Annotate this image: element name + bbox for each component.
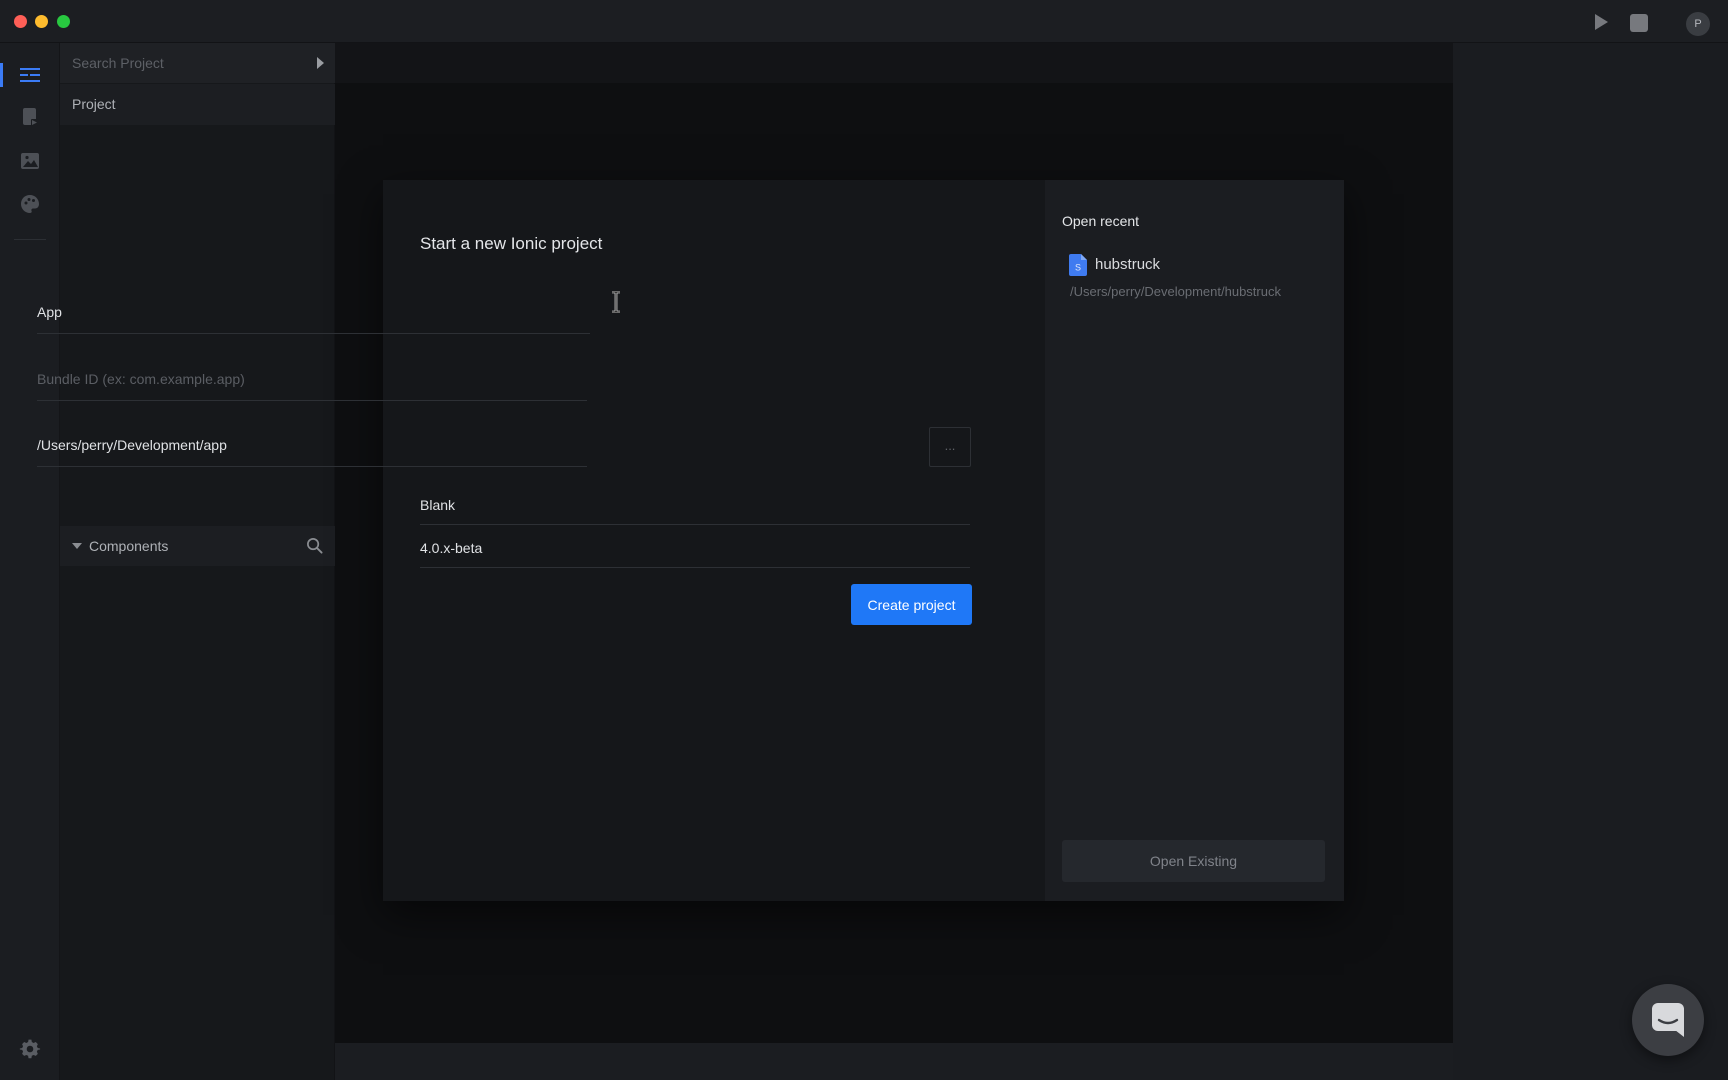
open-recent-title: Open recent — [1062, 213, 1140, 229]
modal-title: Start a new Ionic project — [420, 234, 603, 253]
maximize-window-button[interactable] — [57, 15, 70, 28]
rail-active-indicator — [0, 63, 3, 87]
recent-project-name: hubstruck — [1095, 256, 1161, 273]
palette-icon[interactable] — [18, 192, 42, 216]
editor-status-bar — [335, 1043, 1453, 1080]
file-icon-letter: S — [1075, 263, 1081, 273]
project-row[interactable]: Project — [60, 84, 335, 125]
chevron-down-icon[interactable] — [72, 542, 82, 550]
open-existing-button[interactable]: Open Existing — [1062, 840, 1325, 882]
project-label: Project — [72, 96, 116, 112]
app-name-field[interactable] — [37, 290, 590, 334]
play-icon[interactable] — [1591, 12, 1611, 32]
stop-icon[interactable] — [1630, 14, 1648, 32]
rail-divider — [14, 239, 46, 240]
avatar[interactable]: P — [1686, 12, 1710, 36]
chat-launcher-button[interactable] — [1632, 984, 1704, 1056]
gear-icon[interactable] — [19, 1038, 41, 1060]
components-label: Components — [89, 538, 169, 554]
project-tree-icon[interactable] — [18, 63, 42, 87]
search-icon[interactable] — [306, 537, 323, 554]
file-icon: S — [1069, 254, 1087, 276]
activity-rail — [0, 43, 60, 1080]
chat-icon — [1652, 1003, 1684, 1037]
browse-path-button[interactable]: ... — [929, 427, 971, 467]
minimize-window-button[interactable] — [35, 15, 48, 28]
image-icon[interactable] — [18, 149, 42, 173]
caret-right-icon[interactable] — [315, 57, 325, 69]
create-project-button[interactable]: Create project — [851, 584, 972, 625]
properties-panel — [1453, 43, 1728, 1080]
editor-toolbar — [335, 43, 1453, 83]
bundle-id-field[interactable] — [37, 357, 587, 401]
template-value: Blank — [420, 497, 456, 513]
window-titlebar: P — [0, 0, 1728, 43]
recent-project-item[interactable]: S hubstruck /Users/perry/Development/hub… — [1069, 252, 1337, 304]
version-select[interactable]: 4.0.x-beta — [420, 526, 970, 568]
recent-project-path: /Users/perry/Development/hubstruck — [1070, 284, 1281, 299]
project-path-field[interactable] — [37, 423, 587, 467]
close-window-button[interactable] — [14, 15, 27, 28]
search-project-input[interactable] — [60, 43, 335, 83]
version-value: 4.0.x-beta — [420, 540, 483, 556]
template-select[interactable]: Blank — [420, 483, 970, 525]
components-header[interactable]: Components — [60, 526, 335, 566]
project-sidebar: Project Components — [60, 43, 335, 1080]
text-cursor-icon — [612, 291, 620, 313]
pages-icon[interactable] — [18, 105, 42, 129]
